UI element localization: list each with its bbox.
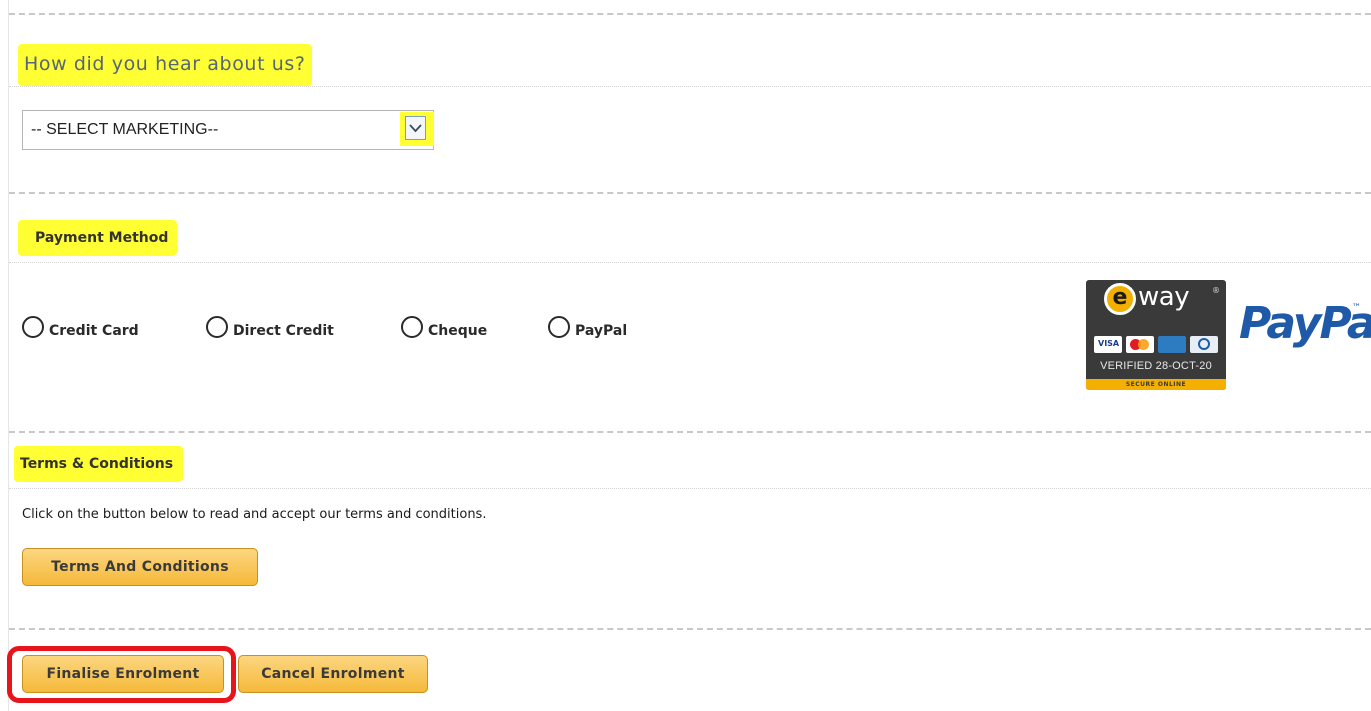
section-divider (9, 431, 1371, 433)
marketing-select-value: -- SELECT MARKETING-- (31, 121, 219, 138)
cancel-enrolment-button[interactable]: Cancel Enrolment (238, 655, 428, 693)
radio-label: Direct Credit (233, 323, 334, 339)
marketing-select-dropdown-button[interactable] (400, 112, 434, 146)
radio-credit-card[interactable]: Credit Card (22, 312, 139, 342)
radio-label: PayPal (575, 323, 628, 339)
registered-mark: ® (1212, 286, 1220, 295)
radio-cheque[interactable]: Cheque (401, 312, 487, 342)
radio-label: Cheque (428, 323, 488, 339)
eway-verified-date: VERIFIED 28-OCT-20 (1100, 360, 1212, 372)
eway-logo-mark: e (1104, 283, 1136, 315)
chevron-down-icon[interactable] (405, 116, 426, 140)
payment-heading: Payment Method (18, 220, 178, 256)
heading-underline (9, 262, 1371, 263)
eway-logo-text: way (1138, 282, 1190, 312)
marketing-select[interactable]: -- SELECT MARKETING-- (22, 110, 434, 150)
amex-icon (1158, 336, 1186, 353)
radio-label: Credit Card (49, 323, 139, 339)
radio-direct-credit[interactable]: Direct Credit (206, 312, 334, 342)
marketing-heading: How did you hear about us? (18, 44, 312, 86)
radio-paypal[interactable]: PayPal (548, 312, 627, 342)
radio-button[interactable] (206, 316, 228, 338)
form-left-border (8, 0, 9, 711)
radio-button[interactable] (22, 316, 44, 338)
terms-heading: Terms & Conditions (14, 446, 184, 482)
diners-club-icon (1190, 336, 1218, 353)
heading-underline (9, 86, 1371, 87)
mastercard-icon (1126, 336, 1154, 353)
radio-button[interactable] (548, 316, 570, 338)
terms-instruction: Click on the button below to read and ac… (22, 507, 487, 522)
section-divider (9, 13, 1371, 15)
terms-and-conditions-button[interactable]: Terms And Conditions (22, 548, 258, 586)
highlight-annotation-box (7, 646, 236, 703)
paypal-trademark: ™ (1352, 303, 1361, 313)
section-divider (9, 192, 1371, 194)
eway-verified-badge: e way ® VISA VERIFIED 28-OCT-20 SECURE O… (1086, 280, 1226, 390)
heading-underline (9, 488, 1371, 489)
visa-icon: VISA (1094, 336, 1122, 353)
section-divider (9, 628, 1371, 630)
radio-button[interactable] (401, 316, 423, 338)
eway-secure-online: SECURE ONLINE (1086, 379, 1226, 390)
